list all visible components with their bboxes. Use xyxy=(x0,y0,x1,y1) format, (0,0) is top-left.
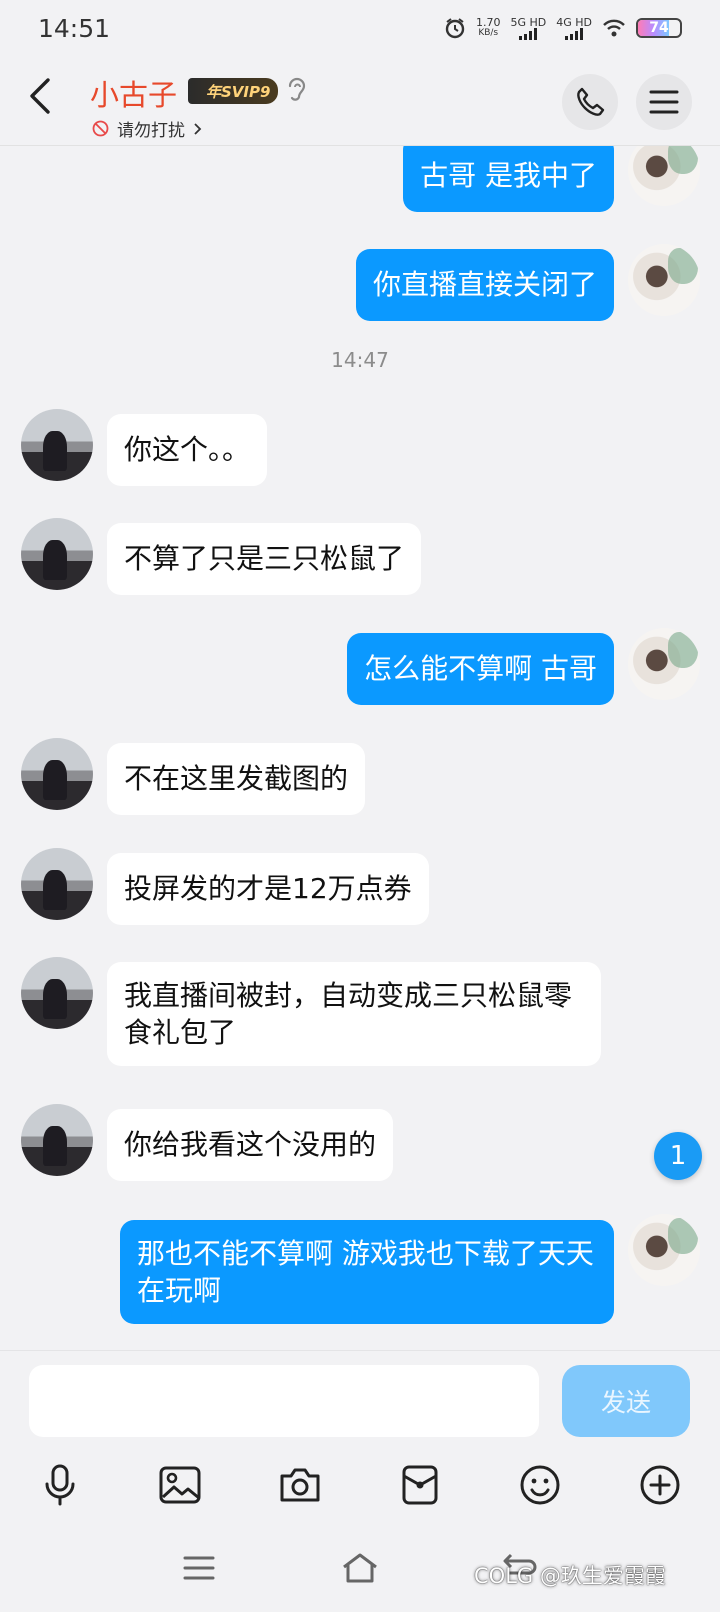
message-bubble-incoming[interactable]: 我直播间被封，自动变成三只松鼠零食礼包了 xyxy=(107,962,601,1066)
contact-avatar[interactable] xyxy=(21,1104,93,1176)
svip-badge[interactable]: 年SVIP9 xyxy=(188,78,279,104)
my-avatar[interactable] xyxy=(628,1214,700,1286)
send-button[interactable]: 发送 xyxy=(562,1365,690,1437)
back-arrow-icon[interactable] xyxy=(22,74,62,118)
message-bubble-incoming[interactable]: 你这个。。 xyxy=(107,414,268,486)
contact-avatar[interactable] xyxy=(21,409,93,481)
input-bar: 发送 xyxy=(0,1350,720,1450)
status-time: 14:51 xyxy=(38,13,111,43)
message-bubble-incoming[interactable]: 不算了只是三只松鼠了 xyxy=(107,523,422,595)
wifi-icon xyxy=(603,19,625,37)
signal-4g: 4G HD xyxy=(556,17,592,40)
red-packet-button[interactable] xyxy=(360,1450,480,1520)
signal-icon xyxy=(565,27,584,40)
alarm-icon xyxy=(445,18,465,39)
message-input[interactable] xyxy=(29,1365,539,1437)
contact-avatar[interactable] xyxy=(21,848,93,920)
do-not-disturb-link[interactable]: 请勿打扰 xyxy=(92,116,203,141)
plus-icon xyxy=(640,1465,680,1505)
my-avatar[interactable] xyxy=(628,244,700,316)
contact-avatar[interactable] xyxy=(21,738,93,810)
my-avatar[interactable] xyxy=(628,146,700,206)
menu-lines-icon xyxy=(183,1556,215,1580)
speed-value: 1.70 xyxy=(475,16,501,29)
unread-badge[interactable]: 1 xyxy=(654,1132,702,1180)
message-bubble-outgoing[interactable]: 你直播直接关闭了 xyxy=(355,249,614,321)
dnd-label: 请勿打扰 xyxy=(117,121,185,141)
watermark: COLG @玖生爱霞霞 xyxy=(474,1564,666,1588)
message-bubble-outgoing[interactable]: 怎么能不算啊 古哥 xyxy=(347,633,614,705)
net2-label: 4G HD xyxy=(556,15,592,29)
home-icon xyxy=(343,1553,377,1583)
message-bubble-incoming[interactable]: 你给我看这个没用的 xyxy=(107,1109,394,1181)
voice-button[interactable] xyxy=(0,1450,120,1520)
camera-icon xyxy=(280,1468,320,1502)
emoji-button[interactable] xyxy=(480,1450,600,1520)
phone-icon xyxy=(577,87,605,116)
message-bubble-outgoing[interactable]: 那也不能不算啊 游戏我也下载了天天在玩啊 xyxy=(120,1220,614,1324)
message-bubble-outgoing[interactable]: 古哥 是我中了 xyxy=(403,146,614,212)
chevron-right-icon xyxy=(194,122,202,135)
message-bubble-incoming[interactable]: 不在这里发截图的 xyxy=(107,743,366,815)
camera-button[interactable] xyxy=(240,1450,360,1520)
signal-5g: 5G HD xyxy=(510,17,546,40)
no-entry-icon xyxy=(92,120,109,137)
menu-icon xyxy=(649,90,679,114)
network-speed: 1.70 KB/s xyxy=(476,17,501,39)
my-avatar[interactable] xyxy=(628,628,700,700)
more-button[interactable] xyxy=(600,1450,720,1520)
battery-icon: 74 xyxy=(636,18,682,38)
photo-button[interactable] xyxy=(120,1450,240,1520)
red-packet-icon xyxy=(402,1465,438,1505)
ear-icon[interactable] xyxy=(286,76,308,106)
chat-header: 小古子 年SVIP9 请勿打扰 xyxy=(0,56,720,146)
mic-icon xyxy=(45,1464,75,1506)
speed-unit: KB/s xyxy=(478,28,499,38)
message-timestamp: 14:47 xyxy=(331,348,389,372)
call-button[interactable] xyxy=(562,74,618,130)
battery-level: 74 xyxy=(649,20,669,36)
message-bubble-incoming[interactable]: 投屏发的才是12万点券 xyxy=(107,853,429,925)
home-button[interactable] xyxy=(335,1546,385,1590)
net1-label: 5G HD xyxy=(510,15,547,29)
chat-toolbar xyxy=(0,1450,720,1520)
contact-avatar[interactable] xyxy=(21,518,93,590)
recents-button[interactable] xyxy=(174,1546,224,1590)
status-bar: 14:51 1.70 KB/s 5G HD 4G HD 74 xyxy=(0,0,720,56)
contact-name[interactable]: 小古子 xyxy=(90,72,177,114)
menu-button[interactable] xyxy=(636,74,692,130)
message-list[interactable]: 古哥 是我中了 你直播直接关闭了 14:47 你这个。。 不算了只是三只松鼠了 … xyxy=(0,146,720,1350)
contact-avatar[interactable] xyxy=(21,957,93,1029)
signal-icon xyxy=(519,27,538,40)
emoji-icon xyxy=(520,1465,560,1505)
image-icon xyxy=(159,1466,201,1504)
